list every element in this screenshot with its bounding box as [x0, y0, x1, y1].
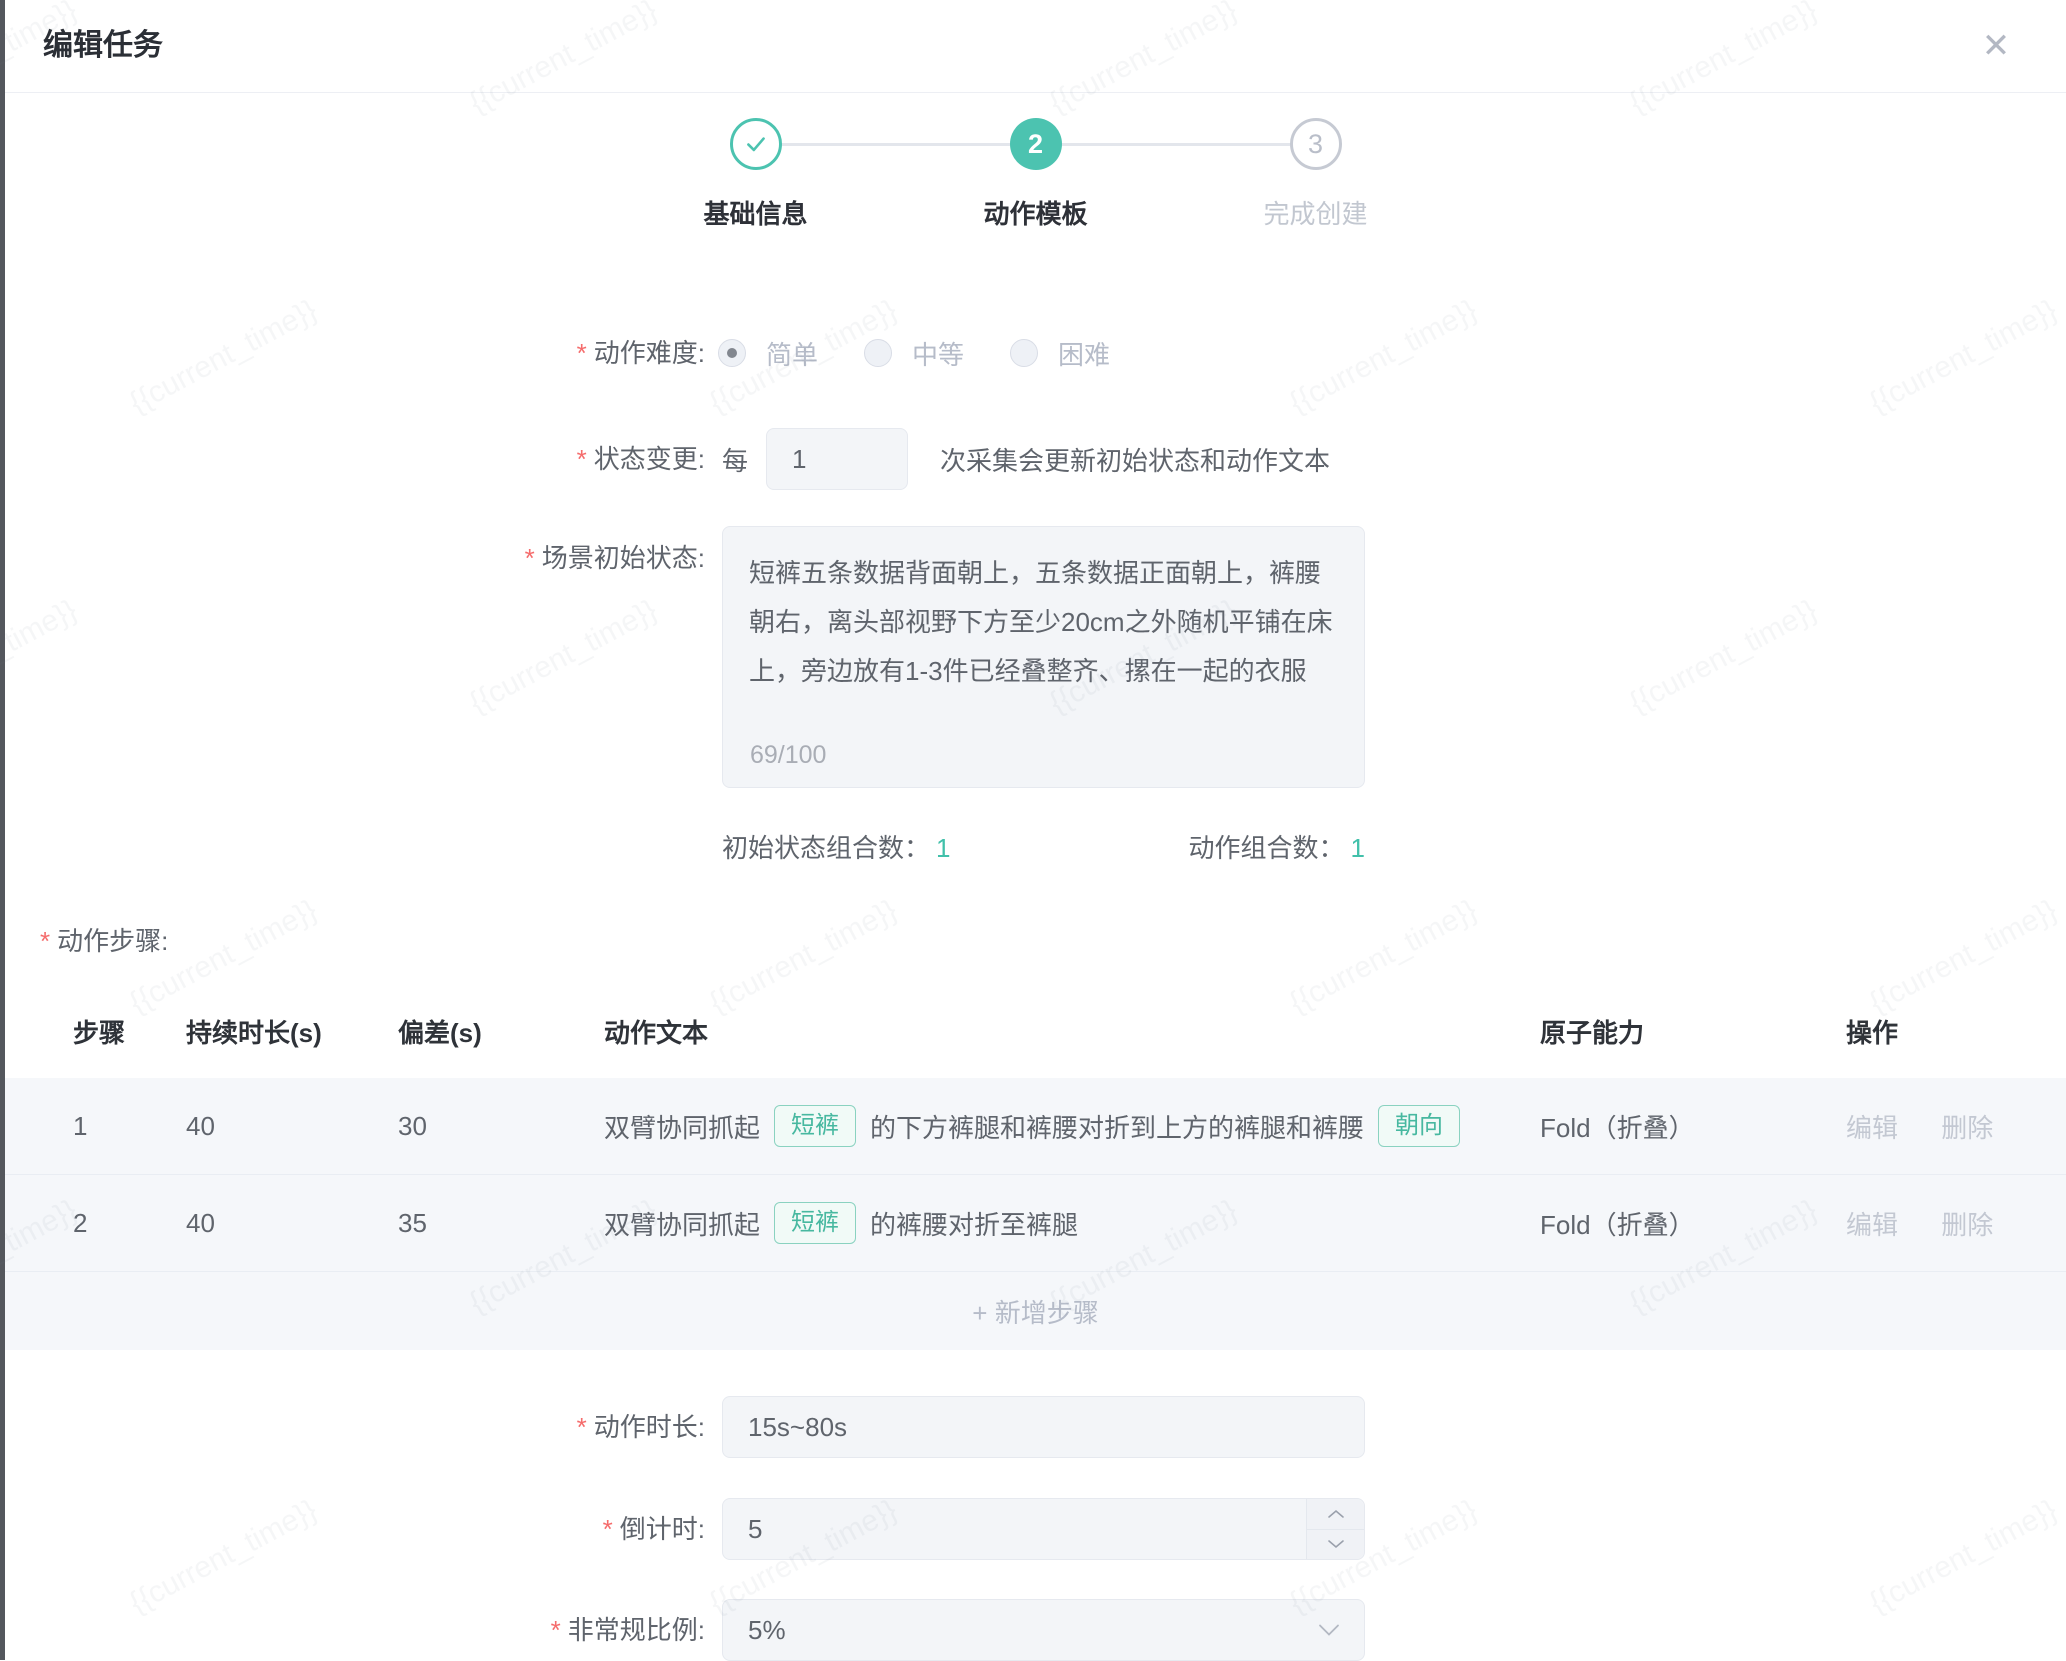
cell-ability: Fold（折叠） — [1540, 1108, 1846, 1145]
state-change-suffix: 次采集会更新初始状态和动作文本 — [940, 441, 1330, 478]
cell-action-text: 双臂协同抓起 短裤 的裤腰对折至裤腿 — [604, 1202, 1540, 1244]
col-header-offset: 偏差(s) — [398, 1013, 604, 1050]
action-steps-label: *动作步骤: — [40, 915, 168, 967]
cell-offset: 35 — [398, 1208, 604, 1239]
edit-task-dialog: { "ui": { "required_marker": "*" }, "ico… — [0, 0, 2066, 1660]
initial-state-textarea[interactable]: 短裤五条数据背面朝上，五条数据正面朝上，裤腰朝右，离头部视野下方至少20cm之外… — [722, 526, 1365, 788]
countdown-spinner — [1306, 1499, 1364, 1559]
required-marker: * — [577, 444, 587, 474]
col-header-step: 步骤 — [73, 1013, 186, 1050]
col-header-text: 动作文本 — [604, 1013, 1540, 1050]
col-header-ability: 原子能力 — [1540, 1013, 1846, 1050]
cell-duration: 40 — [186, 1111, 398, 1142]
required-marker: * — [603, 1514, 613, 1544]
unusual-ratio-select[interactable]: 5% — [722, 1599, 1365, 1661]
combo-counts-row: 初始状态组合数：1 动作组合数：1 — [722, 820, 1365, 872]
duration-input[interactable] — [722, 1396, 1365, 1458]
step-2-number: 2 — [1028, 129, 1043, 160]
cell-operations: 编辑 删除 — [1846, 1108, 2046, 1145]
radio-hard[interactable]: 困难 — [1010, 335, 1110, 372]
required-marker: * — [577, 1412, 587, 1442]
action-combo-count: 动作组合数：1 — [1189, 828, 1365, 865]
countdown-input[interactable] — [722, 1498, 1365, 1560]
stepper-connector — [1062, 143, 1290, 146]
unusual-ratio-label: *非常规比例: — [0, 1599, 705, 1661]
radio-circle — [1010, 339, 1038, 367]
cell-action-text: 双臂协同抓起 短裤 的下方裤腿和裤腰对折到上方的裤腿和裤腰 朝向 — [604, 1105, 1540, 1147]
required-marker: * — [551, 1615, 561, 1645]
delete-button[interactable]: 删除 — [1941, 1210, 1993, 1240]
state-change-label: *状态变更: — [0, 428, 705, 490]
edit-button[interactable]: 编辑 — [1846, 1113, 1898, 1143]
add-step-button[interactable]: + 新增步骤 — [5, 1272, 2066, 1350]
action-steps-table: 步骤 持续时长(s) 偏差(s) 动作文本 原子能力 操作 1 40 30 双臂… — [5, 985, 2066, 1350]
difficulty-label: *动作难度: — [0, 325, 705, 381]
initial-state-label: *场景初始状态: — [0, 538, 705, 578]
spinner-up-icon[interactable] — [1307, 1499, 1364, 1530]
state-change-row: *状态变更: 每 次采集会更新初始状态和动作文本 — [0, 428, 2066, 490]
duration-row: *动作时长: — [0, 1396, 2066, 1458]
step-3-label: 完成创建 — [1176, 194, 1456, 231]
edit-button[interactable]: 编辑 — [1846, 1210, 1898, 1240]
initial-combo-value: 1 — [936, 833, 950, 863]
dialog-title: 编辑任务 — [43, 0, 163, 92]
direction-tag: 朝向 — [1378, 1105, 1460, 1147]
initial-combo-count: 初始状态组合数：1 — [722, 828, 950, 865]
object-tag: 短裤 — [774, 1105, 856, 1147]
state-change-input[interactable] — [766, 428, 908, 490]
action-combo-value: 1 — [1351, 833, 1365, 863]
cell-step: 1 — [73, 1111, 186, 1142]
close-icon[interactable]: ✕ — [1974, 24, 2018, 68]
stepper: 2 3 基础信息 动作模板 完成创建 — [5, 118, 2066, 248]
cell-ability: Fold（折叠） — [1540, 1205, 1846, 1242]
required-marker: * — [577, 338, 587, 368]
cell-duration: 40 — [186, 1208, 398, 1239]
col-header-duration: 持续时长(s) — [186, 1013, 398, 1050]
chevron-down-icon — [1318, 1623, 1340, 1637]
duration-label: *动作时长: — [0, 1396, 705, 1458]
difficulty-radio-group: 简单 中等 困难 — [718, 325, 1110, 381]
countdown-row: *倒计时: — [0, 1498, 2066, 1560]
col-header-ops: 操作 — [1846, 1013, 2046, 1050]
selected-value: 5% — [723, 1615, 1318, 1646]
required-marker: * — [40, 926, 50, 956]
cell-offset: 30 — [398, 1111, 604, 1142]
unusual-ratio-row: *非常规比例: 5% — [0, 1599, 2066, 1661]
state-change-prefix: 每 — [722, 441, 748, 478]
cell-operations: 编辑 删除 — [1846, 1205, 2046, 1242]
initial-state-row: *场景初始状态: 短裤五条数据背面朝上，五条数据正面朝上，裤腰朝右，离头部视野下… — [0, 526, 2066, 788]
radio-circle — [864, 339, 892, 367]
stepper-connector — [782, 143, 1010, 146]
radio-circle — [718, 339, 746, 367]
object-tag: 短裤 — [774, 1202, 856, 1244]
table-row: 2 40 35 双臂协同抓起 短裤 的裤腰对折至裤腿 Fold（折叠） 编辑 删… — [5, 1175, 2066, 1272]
step-1-check-icon — [730, 118, 782, 170]
delete-button[interactable]: 删除 — [1941, 1113, 1993, 1143]
step-2-label: 动作模板 — [896, 194, 1176, 231]
step-1-label: 基础信息 — [616, 194, 896, 231]
countdown-label: *倒计时: — [0, 1498, 705, 1560]
step-3-number: 3 — [1308, 129, 1323, 160]
spinner-down-icon[interactable] — [1307, 1530, 1364, 1560]
step-3-circle: 3 — [1290, 118, 1342, 170]
table-row: 1 40 30 双臂协同抓起 短裤 的下方裤腿和裤腰对折到上方的裤腿和裤腰 朝向… — [5, 1078, 2066, 1175]
radio-easy[interactable]: 简单 — [718, 335, 818, 372]
dialog-header: 编辑任务 ✕ — [5, 0, 2066, 93]
table-header-row: 步骤 持续时长(s) 偏差(s) 动作文本 原子能力 操作 — [5, 985, 2066, 1078]
step-2-circle: 2 — [1010, 118, 1062, 170]
radio-medium[interactable]: 中等 — [864, 335, 964, 372]
required-marker: * — [525, 543, 535, 573]
difficulty-row: *动作难度: 简单 中等 困难 — [0, 325, 2066, 381]
cell-step: 2 — [73, 1208, 186, 1239]
